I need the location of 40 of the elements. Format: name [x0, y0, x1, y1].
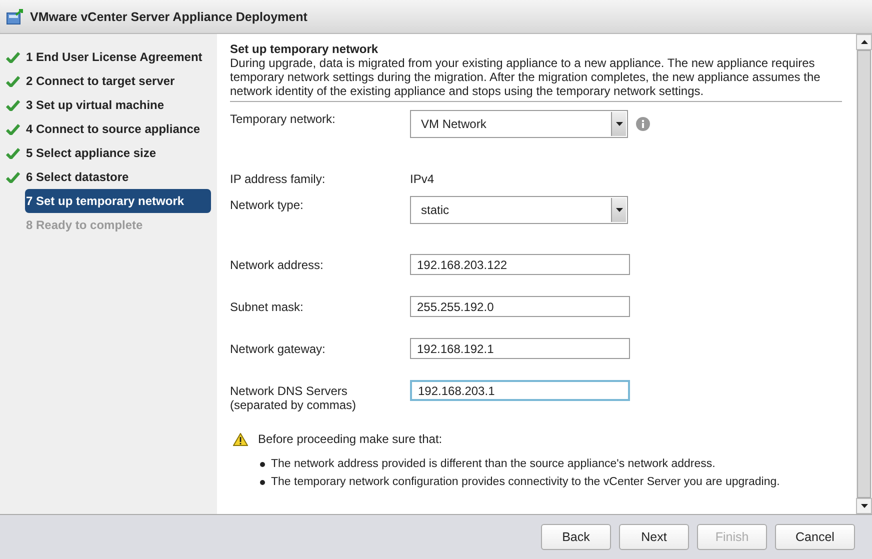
- wizard-step[interactable]: 5 Select appliance size: [25, 141, 211, 165]
- wizard-step[interactable]: 6 Select datastore: [25, 165, 211, 189]
- app-icon: [6, 8, 24, 24]
- field-label: IP address family:: [230, 171, 326, 186]
- field-label: Network type:: [230, 197, 304, 212]
- warning-item: The temporary network configuration provides connectivity to the vCenter Server you are upgrading.: [271, 476, 780, 488]
- input-field[interactable]: 192.168.192.1: [410, 338, 630, 359]
- caret-icon: [616, 122, 622, 126]
- bullet-icon: [260, 480, 265, 484]
- input-field[interactable]: 192.168.203.1: [410, 380, 630, 401]
- dropdown[interactable]: VM Network: [410, 110, 628, 138]
- warning-item: The network address provided is different than the source appliance's network address.: [271, 458, 716, 470]
- down-arrow-icon: [860, 504, 868, 508]
- window-title: VMware vCenter Server Appliance Deployment: [30, 10, 308, 24]
- field-hint: (separated by commas): [230, 398, 358, 412]
- caret-icon: [616, 208, 622, 212]
- wizard-step[interactable]: 3 Set up virtual machine: [25, 93, 211, 117]
- bullet-icon: [260, 462, 265, 466]
- field-label: Network DNS Servers: [230, 383, 348, 398]
- field-value: IPv4: [410, 171, 434, 186]
- input-field[interactable]: 192.168.203.122: [410, 254, 630, 275]
- wizard-step[interactable]: 1 End User License Agreement: [25, 45, 211, 69]
- dropdown[interactable]: static: [410, 196, 628, 224]
- info-icon[interactable]: [636, 117, 650, 131]
- wizard-step[interactable]: 4 Connect to source appliance: [25, 117, 211, 141]
- field-label: Subnet mask:: [230, 299, 304, 314]
- input-field[interactable]: 255.255.192.0: [410, 296, 630, 317]
- section-description: During upgrade, data is migrated from your existing appliance to a new appliance. The new appliance requires temporary network settings during the migration. After the migration completes, the new appliance assumes the network identity of the existing appliance and stops using the temporary network settings.: [230, 56, 842, 102]
- wizard-step[interactable]: 2 Connect to target server: [25, 69, 211, 93]
- field-label: Temporary network:: [230, 111, 336, 126]
- wizard-button[interactable]: Cancel: [775, 524, 855, 550]
- wizard-step[interactable]: 7 Set up temporary network: [25, 189, 211, 213]
- wizard-button[interactable]: Back: [541, 524, 611, 550]
- warning-text: Before proceeding make sure that:: [258, 432, 442, 446]
- warning-icon: [233, 432, 248, 446]
- field-label: Network address:: [230, 257, 324, 272]
- field-label: Network gateway:: [230, 341, 326, 356]
- section-title: Set up temporary network: [230, 42, 380, 56]
- wizard-button[interactable]: Next: [619, 524, 689, 550]
- up-arrow-icon: [860, 40, 868, 44]
